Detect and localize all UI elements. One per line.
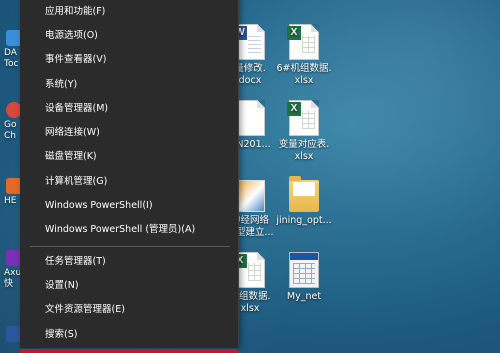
menu-item-powershell-admin[interactable]: Windows PowerShell (管理员)(A) [20,218,238,242]
menu-item-task-manager[interactable]: 任务管理器(T) [20,250,238,274]
desktop-icon-my-net[interactable]: My_net [272,252,336,303]
desktop-icon-label: xlsx [294,75,314,86]
desktop-icon-xlsx-6[interactable]: X 6#机组数据. xlsx [272,24,336,87]
blank-doc-icon [235,100,265,136]
quick-link-menu: 应用和功能(F) 电源选项(O) 事件查看器(V) 系统(Y) 设备管理器(M)… [20,0,239,348]
desktop-icon-label: xlsx [294,151,314,162]
menu-item-event-viewer[interactable]: 事件查看器(V) [20,48,238,72]
menu-item-computer-management[interactable]: 计算机管理(G) [20,170,238,194]
menu-item-apps-features[interactable]: 应用和功能(F) [20,0,238,24]
image-file-icon [235,176,265,212]
menu-item-system[interactable]: 系统(Y) [20,73,238,97]
desktop-icon-label: My_net [286,291,322,302]
menu-item-file-explorer[interactable]: 文件资源管理器(E) [20,298,238,322]
menu-item-disk-management[interactable]: 磁盘管理(K) [20,145,238,169]
excel-doc-icon: X [233,252,265,288]
menu-separator [30,246,230,247]
menu-item-network-connections[interactable]: 网络连接(W) [20,121,238,145]
menu-item-device-manager[interactable]: 设备管理器(M) [20,97,238,121]
desktop-icon-variable-table[interactable]: X 变量对应表. xlsx [272,100,336,163]
excel-doc-icon: X [287,100,319,136]
menu-highlight-bar [20,349,238,353]
menu-item-search[interactable]: 搜索(S) [20,323,238,347]
desktop-icon-jining-folder[interactable]: jining_opt... [272,176,336,227]
menu-item-settings[interactable]: 设置(N) [20,274,238,298]
desktop-icon-label: 变量对应表. [278,139,330,150]
desktop-icon-label: 6#机组数据. [276,63,332,74]
word-doc-icon: W [233,24,265,60]
excel-doc-icon: X [287,24,319,60]
desktop-icon-label: jining_opt... [276,215,332,226]
menu-item-powershell[interactable]: Windows PowerShell(I) [20,194,238,218]
table-shortcut-icon [289,252,319,288]
menu-item-power-options[interactable]: 电源选项(O) [20,24,238,48]
desktop: DA Toc Go Ch HE Axu 快 W 量修改. docx X 6#机组… [0,0,500,353]
folder-icon [289,176,319,212]
